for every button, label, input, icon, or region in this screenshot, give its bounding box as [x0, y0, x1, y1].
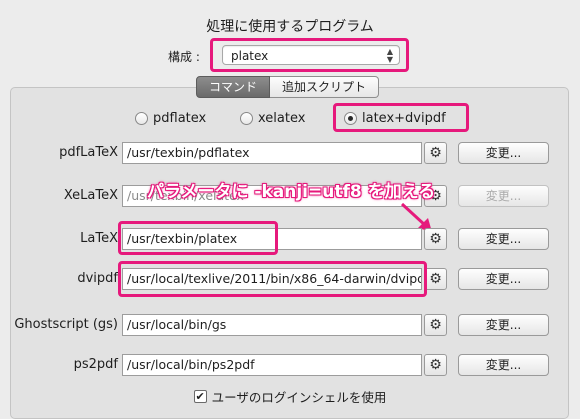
row-label-dvipdf: dvipdf	[77, 271, 118, 286]
latex-field-highlight	[118, 221, 278, 255]
radio-xelatex[interactable]: xelatex	[240, 109, 305, 127]
gear-icon[interactable]: ⚙	[424, 268, 447, 290]
radio-label: xelatex	[258, 110, 306, 126]
row-label-ps2pdf: ps2pdf	[73, 357, 118, 372]
tab-commands[interactable]: コマンド	[196, 76, 271, 98]
gear-icon[interactable]: ⚙	[424, 142, 447, 164]
change-button-dvipdf[interactable]: 変更...	[458, 268, 549, 290]
config-highlight	[210, 38, 409, 72]
path-field-pdflatex[interactable]: /usr/texbin/pdflatex	[122, 142, 422, 164]
dialog-title: 処理に使用するプログラム	[206, 19, 374, 35]
path-field-ps2pdf[interactable]: /usr/local/bin/ps2pdf	[122, 354, 422, 376]
change-button-pdflatex[interactable]: 変更...	[458, 142, 549, 164]
radio-pdflatex[interactable]: pdflatex	[135, 109, 206, 127]
row-label-xelatex: XeLaTeX	[63, 188, 118, 203]
config-label: 構成 :	[168, 50, 200, 64]
radio-label: pdflatex	[153, 110, 207, 126]
tab-additional-scripts[interactable]: 追加スクリプト	[270, 76, 380, 98]
change-button-ghostscript[interactable]: 変更...	[458, 314, 549, 336]
checkmark-icon[interactable]: ✔	[193, 390, 207, 403]
row-label-latex: LaTeX	[80, 231, 118, 246]
row-label-pdflatex: pdfLaTeX	[59, 145, 118, 160]
radio-circle	[135, 111, 148, 125]
gear-icon[interactable]: ⚙	[424, 228, 447, 250]
row-label-ghostscript: Ghostscript (gs)	[14, 317, 118, 332]
dvipdf-field-highlight	[118, 261, 427, 297]
radio-circle	[240, 111, 253, 125]
annotation-callout: パラメータに -kanji=utf8 を加える	[147, 182, 436, 202]
change-button-ps2pdf[interactable]: 変更...	[458, 354, 549, 376]
radio-highlight	[333, 103, 469, 132]
path-field-ghostscript[interactable]: /usr/local/bin/gs	[122, 314, 422, 336]
change-button-latex[interactable]: 変更...	[458, 228, 549, 250]
gear-icon[interactable]: ⚙	[424, 314, 447, 336]
login-shell-label: ユーザのログインシェルを使用	[211, 390, 387, 405]
gear-icon[interactable]: ⚙	[424, 354, 447, 376]
login-shell-option[interactable]: ✔ ユーザのログインシェルを使用	[0, 387, 580, 406]
tab-bar: コマンド 追加スクリプト	[196, 76, 380, 98]
change-button-xelatex[interactable]: 変更...	[458, 185, 549, 207]
